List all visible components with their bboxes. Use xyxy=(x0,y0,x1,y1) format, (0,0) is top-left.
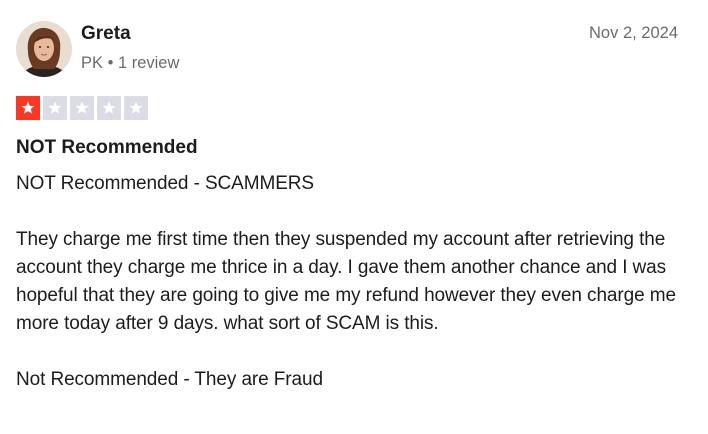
star-rating xyxy=(16,96,148,120)
reviewer-name[interactable]: Greta xyxy=(81,22,131,46)
reviewer-avatar[interactable] xyxy=(16,21,72,77)
star-icon xyxy=(97,96,121,120)
avatar-photo xyxy=(16,21,72,77)
review-title[interactable]: NOT Recommended xyxy=(16,136,198,160)
star-icon xyxy=(43,96,67,120)
review-paragraph: Not Recommended - They are Fraud xyxy=(16,369,323,390)
star-icon xyxy=(124,96,148,120)
star-icon xyxy=(70,96,94,120)
review-date: Nov 2, 2024 xyxy=(589,24,678,42)
review-paragraph: They charge me first time then they susp… xyxy=(16,229,682,334)
review-body: NOT Recommended - SCAMMERS They charge m… xyxy=(16,170,696,394)
review-paragraph: NOT Recommended - SCAMMERS xyxy=(16,173,314,194)
reviewer-meta: PK • 1 review xyxy=(81,54,180,72)
star-icon xyxy=(16,96,40,120)
review-card: Greta PK • 1 review Nov 2, 2024 NOT Reco… xyxy=(0,0,708,434)
